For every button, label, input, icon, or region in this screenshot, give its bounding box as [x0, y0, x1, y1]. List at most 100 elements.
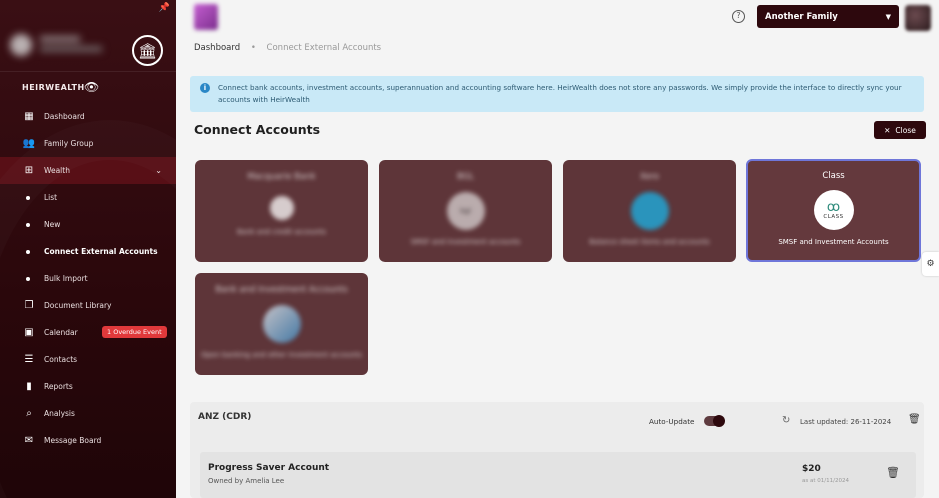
- chat-icon: ✉: [24, 435, 34, 446]
- people-icon: 👥: [22, 138, 36, 149]
- sidebar-item-label: Bulk Import: [44, 274, 88, 283]
- avatar: [10, 34, 32, 56]
- account-row: Progress Saver Account Owned by Amelia L…: [200, 452, 916, 498]
- account-date: as at 01/11/2024: [802, 478, 849, 484]
- grid-icon: ⊞: [24, 165, 34, 176]
- sidebar-item-label: Family Group: [44, 139, 94, 148]
- bullet-icon: [26, 276, 30, 281]
- provider-desc: Bank and credit accounts: [237, 228, 326, 236]
- sidebar-item-new[interactable]: New: [0, 211, 176, 238]
- sidebar-item-document-library[interactable]: ❐ Document Library: [0, 292, 176, 319]
- class-rings-icon: ꝏ: [826, 199, 841, 215]
- sidebar-nav: ▦ Dashboard 👥 Family Group ⊞ Wealth ⌄ Li…: [0, 103, 176, 454]
- breadcrumb-root[interactable]: Dashboard: [194, 43, 240, 53]
- page-title: Connect Accounts: [194, 122, 321, 137]
- sidebar-item-label: New: [44, 220, 61, 229]
- sidebar-header: 📌 🏛: [0, 0, 176, 72]
- provider-desc: Open banking and other investment accoun…: [201, 351, 362, 359]
- sidebar-item-list[interactable]: List: [0, 184, 176, 211]
- sidebar-item-label: Wealth: [44, 166, 70, 175]
- sidebar-item-wealth[interactable]: ⊞ Wealth ⌄: [0, 157, 176, 184]
- bullet-icon: [26, 195, 30, 200]
- provider-title: Macquarie Bank: [247, 172, 316, 182]
- provider-title: Xero: [639, 172, 660, 182]
- sidebar-item-label: Connect External Accounts: [44, 247, 158, 256]
- close-label: Close: [895, 125, 916, 135]
- sidebar-item-family-group[interactable]: 👥 Family Group: [0, 130, 176, 157]
- sidebar-item-label: Contacts: [44, 355, 78, 364]
- provider-card-macquarie[interactable]: Macquarie Bank Bank and credit accounts: [195, 160, 368, 262]
- provider-desc: SMSF and investment accounts: [410, 238, 521, 246]
- provider-logo: [630, 192, 669, 230]
- bullet-icon: [26, 249, 30, 254]
- provider-desc: Balance sheet items and accounts: [589, 238, 710, 246]
- family-logo: [194, 4, 218, 30]
- class-logo-text: CLASS: [823, 213, 844, 220]
- connection-panel: ANZ (CDR) Auto-Update ↻ Last updated: 26…: [190, 402, 924, 498]
- library-icon: ❐: [24, 300, 34, 311]
- breadcrumb-current: Connect External Accounts: [266, 43, 382, 53]
- sidebar-item-label: List: [44, 193, 58, 202]
- provider-card-bank-investment[interactable]: Bank and Investment Accounts Open bankin…: [195, 273, 368, 375]
- sidebar-item-calendar[interactable]: ▣ Calendar 1 Overdue Event: [0, 319, 176, 346]
- breadcrumb-separator: •: [250, 43, 256, 53]
- brand-label: HEIRWEALTH: [22, 83, 85, 92]
- analysis-icon: ⌕: [26, 408, 32, 419]
- close-button[interactable]: ✕ Close: [874, 121, 926, 139]
- provider-logo: bgl: [446, 192, 485, 230]
- sidebar-item-reports[interactable]: ▮ Reports: [0, 373, 176, 400]
- close-icon: ✕: [884, 125, 891, 135]
- info-icon: i: [200, 83, 210, 93]
- calendar-icon: ▣: [24, 327, 34, 338]
- user-profile[interactable]: [10, 32, 110, 56]
- account-owner: Owned by Amelia Lee: [208, 477, 285, 485]
- bullet-icon: [26, 222, 30, 227]
- provider-card-bgl[interactable]: BGL bgl SMSF and investment accounts: [379, 160, 552, 262]
- account-amount: $20: [802, 464, 821, 474]
- sidebar-item-dashboard[interactable]: ▦ Dashboard: [0, 103, 176, 130]
- trash-icon[interactable]: 🗑: [886, 466, 900, 479]
- provider-card-xero[interactable]: Xero Balance sheet items and accounts: [563, 160, 736, 262]
- info-text: Connect bank accounts, investment accoun…: [218, 83, 902, 104]
- auto-update-label: Auto-Update: [649, 417, 695, 426]
- top-bar: ? Another Family ▼: [176, 0, 939, 36]
- delete-bank-icon[interactable]: 🗑: [908, 414, 921, 425]
- sidebar-item-label: Analysis: [44, 409, 75, 418]
- overdue-badge: 1 Overdue Event: [102, 326, 167, 338]
- avatar[interactable]: [905, 5, 931, 31]
- provider-title: Bank and Investment Accounts: [215, 285, 348, 295]
- account-name: Progress Saver Account: [208, 463, 330, 473]
- chevron-down-icon: ⌄: [155, 166, 162, 175]
- sidebar-item-message-board[interactable]: ✉ Message Board: [0, 427, 176, 454]
- pin-icon[interactable]: 📌: [159, 3, 170, 13]
- refresh-icon[interactable]: ↻: [782, 415, 790, 426]
- eye-icon[interactable]: 👁: [84, 80, 99, 94]
- provider-title: BGL: [456, 172, 474, 182]
- sidebar-item-contacts[interactable]: ☰ Contacts: [0, 346, 176, 373]
- connection-name: ANZ (CDR): [198, 412, 252, 422]
- sliders-icon[interactable]: ⚙: [922, 252, 939, 276]
- breadcrumb: Dashboard • Connect External Accounts: [194, 43, 381, 53]
- sidebar-item-label: Message Board: [44, 436, 102, 445]
- caret-down-icon: ▼: [885, 13, 891, 21]
- family-select[interactable]: Another Family ▼: [757, 5, 899, 28]
- provider-title: Class: [822, 171, 845, 181]
- sidebar-item-bulk-import[interactable]: Bulk Import: [0, 265, 176, 292]
- bank-icon[interactable]: 🏛: [132, 35, 163, 66]
- main-content: ? Another Family ▼ Dashboard • Connect E…: [176, 0, 939, 498]
- sidebar-item-connect-external-accounts[interactable]: Connect External Accounts: [0, 238, 176, 265]
- help-icon[interactable]: ?: [732, 10, 745, 23]
- provider-logo: [269, 196, 294, 220]
- sidebar-item-label: Calendar: [44, 328, 78, 337]
- dashboard-icon: ▦: [24, 111, 34, 122]
- sidebar-item-label: Document Library: [44, 301, 112, 310]
- provider-logo: [262, 305, 301, 343]
- sidebar-item-label: Dashboard: [44, 112, 85, 121]
- info-banner: i Connect bank accounts, investment acco…: [190, 76, 924, 112]
- provider-desc: SMSF and Investment Accounts: [778, 238, 889, 246]
- auto-update-toggle[interactable]: [704, 415, 725, 427]
- last-updated: Last updated: 26-11-2024: [800, 418, 892, 426]
- provider-card-class[interactable]: Class ꝏ CLASS SMSF and Investment Accoun…: [746, 159, 921, 262]
- sidebar-item-analysis[interactable]: ⌕ Analysis: [0, 400, 176, 427]
- sidebar-item-label: Reports: [44, 382, 73, 391]
